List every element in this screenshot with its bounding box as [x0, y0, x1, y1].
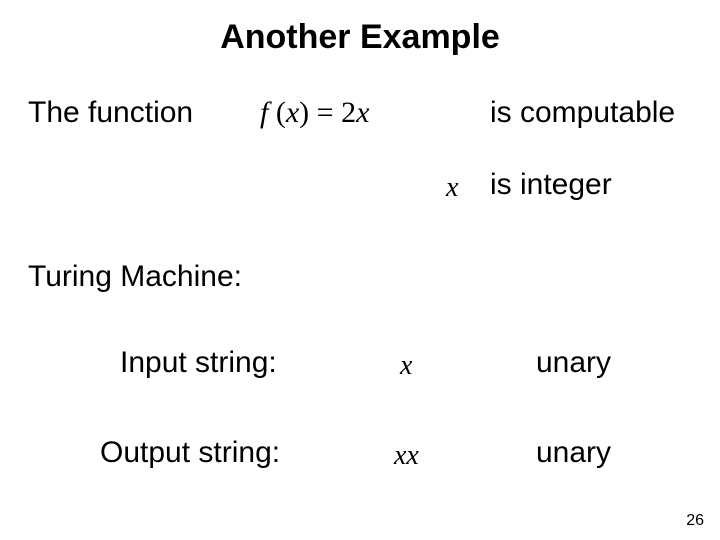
formula-close-paren: ) — [299, 96, 317, 129]
symbol-input-x: x — [400, 350, 412, 382]
text-input-unary: unary — [536, 346, 611, 380]
text-is-computable: is computable — [490, 96, 675, 130]
text-is-integer: is integer — [490, 168, 612, 202]
formula-open-paren: ( — [268, 96, 286, 129]
text-turing-machine: Turing Machine: — [28, 260, 242, 294]
page-number: 26 — [686, 512, 704, 530]
text-output-string: Output string: — [100, 436, 280, 470]
text-input-string: Input string: — [120, 346, 277, 380]
text-output-unary: unary — [536, 436, 611, 470]
formula-eq-2: = 2 — [317, 96, 356, 129]
slide-title: Another Example — [0, 18, 720, 57]
symbol-x: x — [446, 172, 458, 204]
text-the-function: The function — [28, 96, 193, 130]
formula-x: x — [286, 96, 299, 129]
formula-fx-2x: f (x) = 2x — [260, 96, 369, 130]
symbol-output-xx: xx — [394, 440, 419, 472]
formula-x2: x — [356, 96, 369, 129]
slide: Another Example The function f (x) = 2x … — [0, 0, 720, 540]
